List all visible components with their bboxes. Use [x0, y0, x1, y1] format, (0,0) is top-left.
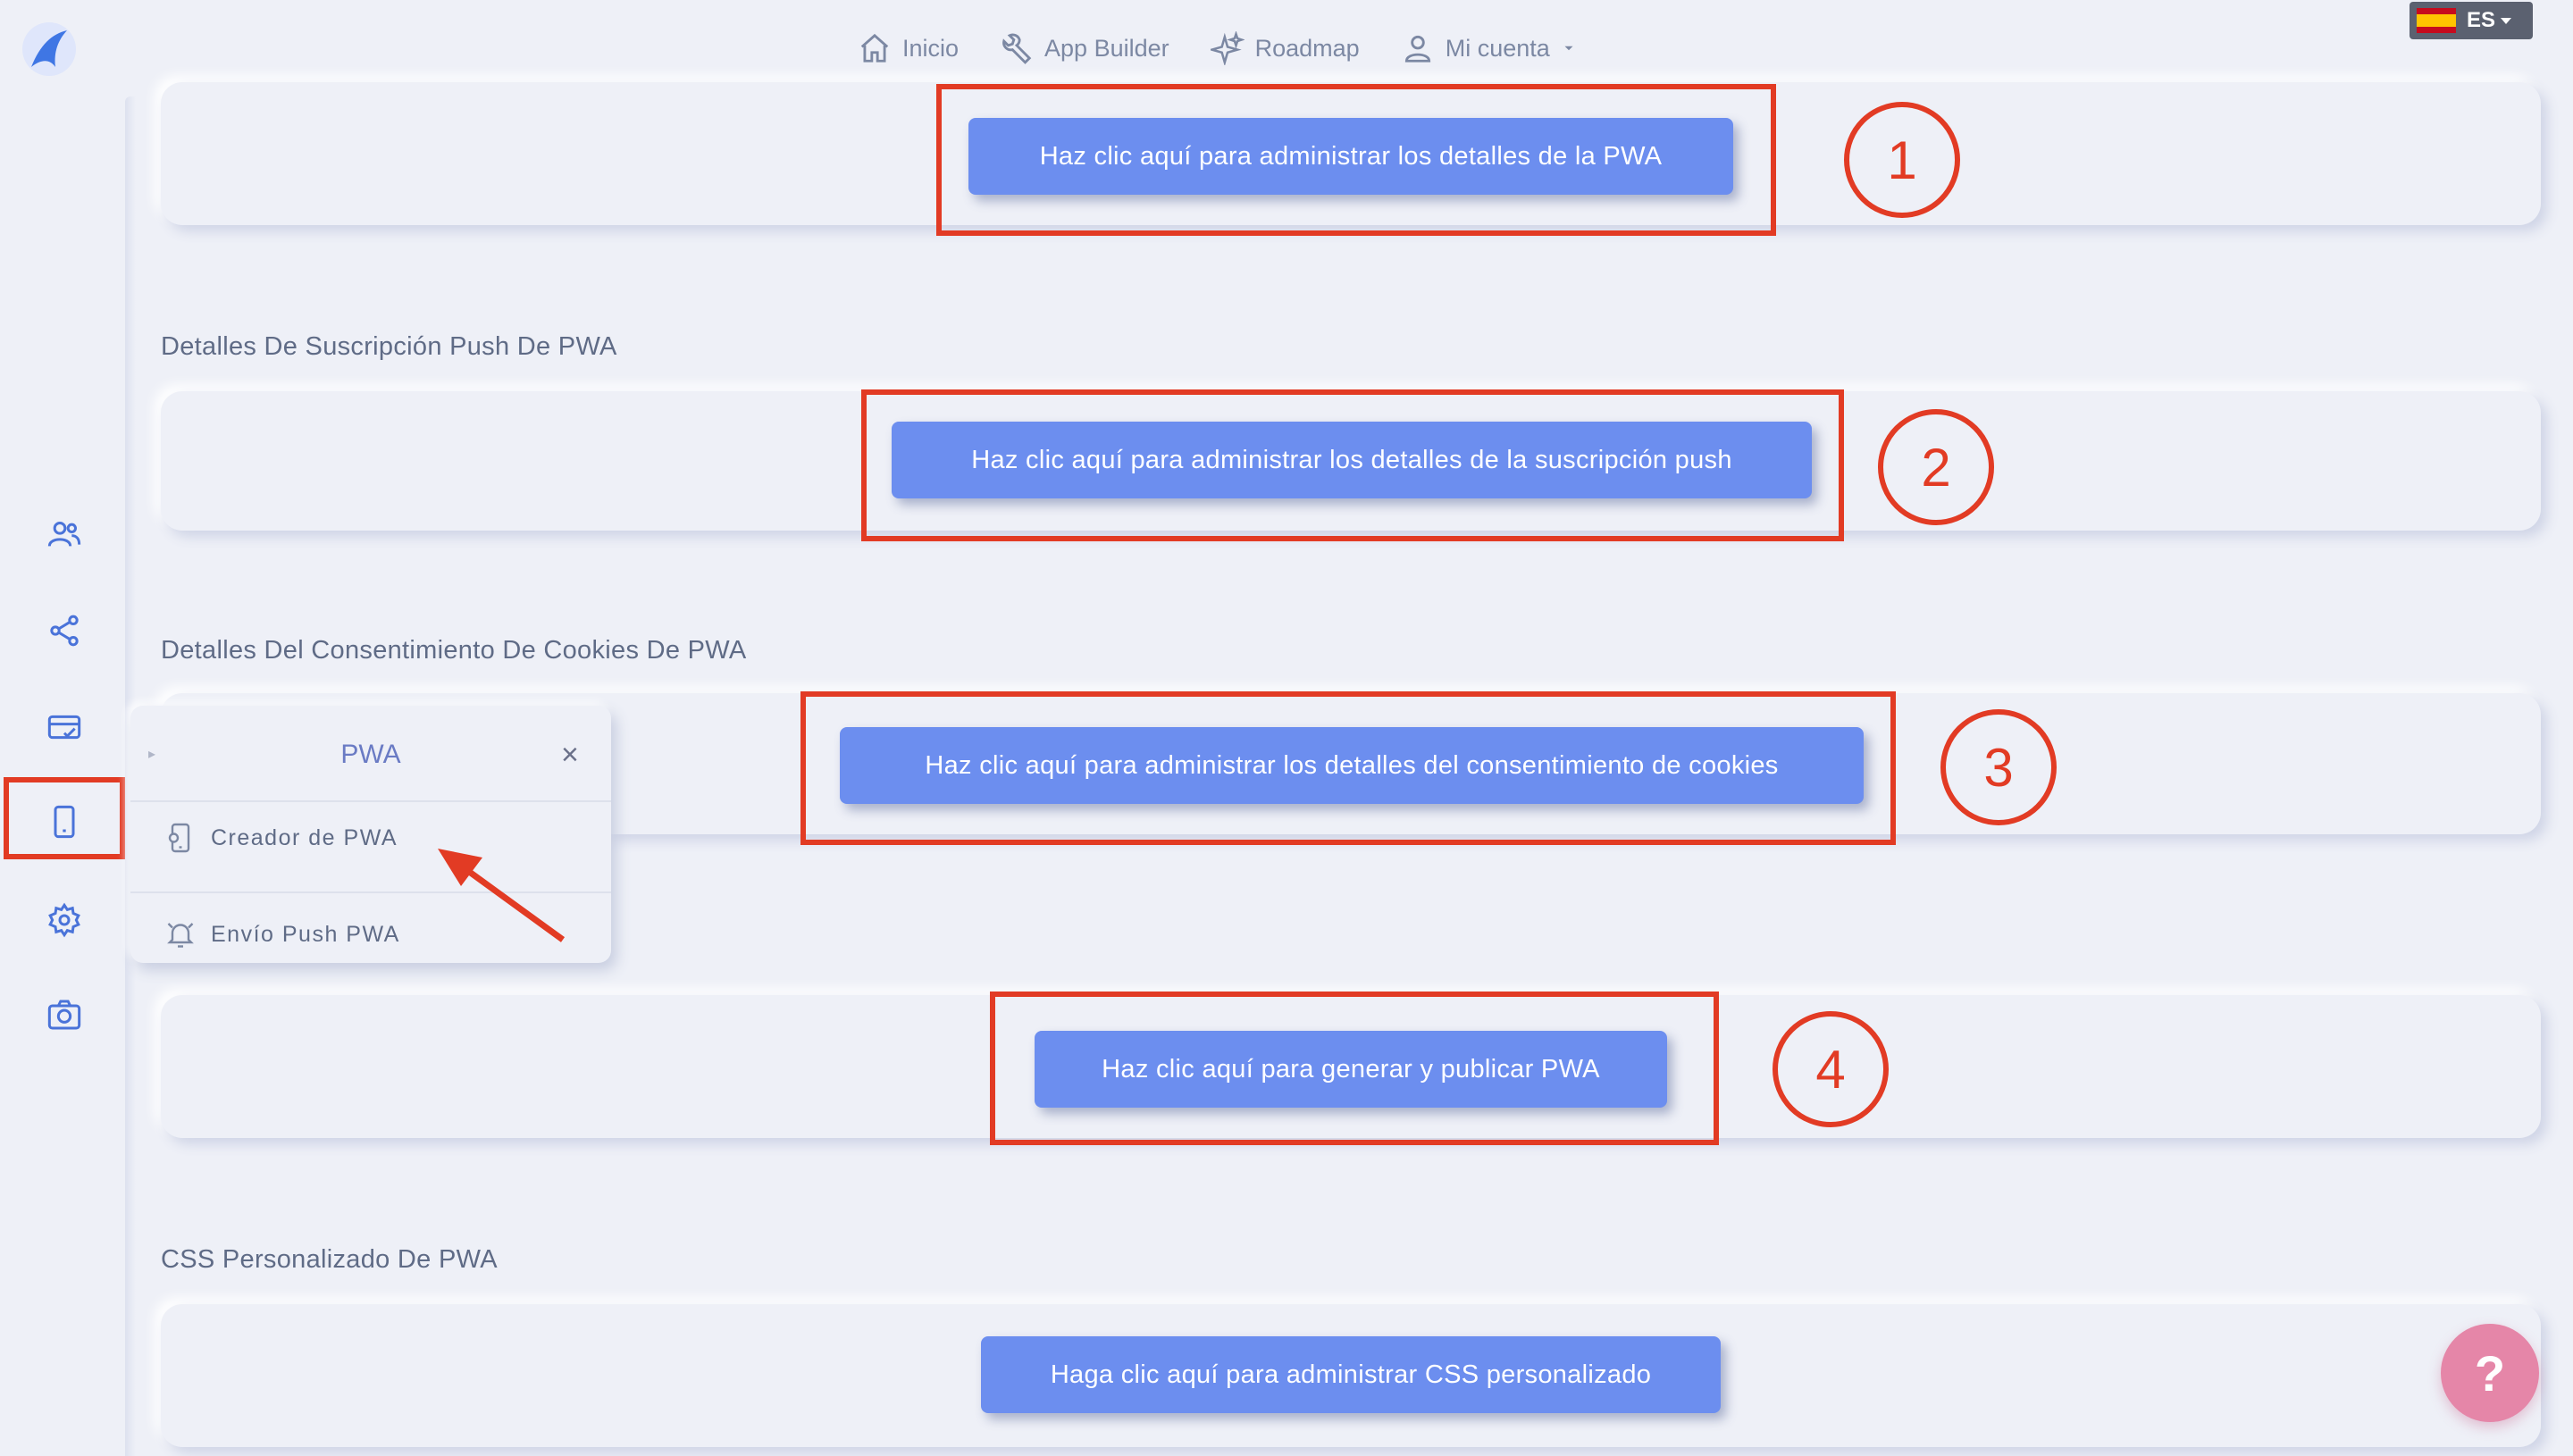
nav-inicio[interactable]: Inicio	[858, 31, 959, 65]
camera-icon	[47, 1000, 81, 1030]
card-icon	[47, 715, 81, 740]
home-icon	[860, 33, 889, 63]
highlight-box-2	[861, 389, 1844, 541]
step-marker-2: 2	[1878, 409, 1994, 525]
gear-icon	[48, 902, 80, 938]
nav-roadmap[interactable]: Roadmap	[1210, 31, 1360, 65]
nav-inicio-label: Inicio	[902, 34, 960, 62]
sidebar-settings[interactable]	[45, 900, 84, 940]
caret-down-icon	[2501, 17, 2512, 24]
highlight-box-4	[990, 992, 1719, 1145]
spain-flag-icon	[2417, 8, 2456, 33]
app-root: Inicio App Builder Roadmap Mi cuenta ES	[0, 0, 2573, 1456]
wrench-icon	[1002, 33, 1032, 64]
nav-mi-cuenta-label: Mi cuenta	[1445, 34, 1550, 62]
users-icon	[47, 522, 81, 547]
css-section-label: CSS Personalizado De PWA	[161, 1245, 498, 1274]
sidebar-camera[interactable]	[45, 995, 84, 1034]
bell-icon	[167, 923, 194, 948]
help-button[interactable]: ?	[2441, 1324, 2539, 1422]
sidebar-users[interactable]	[45, 515, 84, 554]
divider	[130, 800, 611, 802]
sidebar-payments[interactable]	[45, 707, 84, 747]
custom-css-button[interactable]: Haga clic aquí para administrar CSS pers…	[981, 1336, 1721, 1413]
nav-app-builder-label: App Builder	[1044, 34, 1169, 62]
step-marker-3: 3	[1940, 709, 2057, 825]
language-selector[interactable]: ES	[2410, 2, 2533, 39]
step-marker-1: 1	[1844, 102, 1960, 218]
sidebar-share[interactable]	[45, 611, 84, 650]
close-icon[interactable]: ×	[561, 738, 579, 773]
menu-item-push-send-label: Envío Push PWA	[211, 921, 400, 947]
nav-mi-cuenta[interactable]: Mi cuenta	[1401, 31, 1577, 65]
user-icon	[1404, 35, 1430, 63]
pwa-submenu-title: PWA	[340, 740, 401, 769]
share-icon	[50, 615, 79, 647]
arrow-annotation-icon	[438, 849, 566, 942]
highlight-box-1	[936, 84, 1776, 236]
phone-gear-icon	[168, 823, 190, 853]
cookies-section-label: Detalles Del Consentimiento De Cookies D…	[161, 636, 747, 665]
app-logo-icon[interactable]	[18, 18, 80, 80]
menu-item-pwa-creator[interactable]: Creador de PWA	[164, 822, 398, 854]
push-section-label: Detalles De Suscripción Push De PWA	[161, 332, 617, 361]
top-navigation: Inicio App Builder Roadmap Mi cuenta	[858, 25, 1577, 71]
caret-down-icon	[1564, 46, 1573, 51]
phone-icon	[54, 805, 75, 839]
sparkles-icon	[1210, 31, 1245, 65]
step-marker-4: 4	[1773, 1011, 1889, 1127]
sidebar-pwa[interactable]	[45, 802, 84, 841]
nav-app-builder[interactable]: App Builder	[1000, 31, 1169, 65]
highlight-box-3	[800, 691, 1896, 845]
nav-roadmap-label: Roadmap	[1254, 34, 1360, 62]
menu-item-pwa-creator-label: Creador de PWA	[211, 824, 398, 850]
menu-item-push-send[interactable]: Envío Push PWA	[164, 918, 400, 950]
language-code: ES	[2467, 8, 2496, 32]
